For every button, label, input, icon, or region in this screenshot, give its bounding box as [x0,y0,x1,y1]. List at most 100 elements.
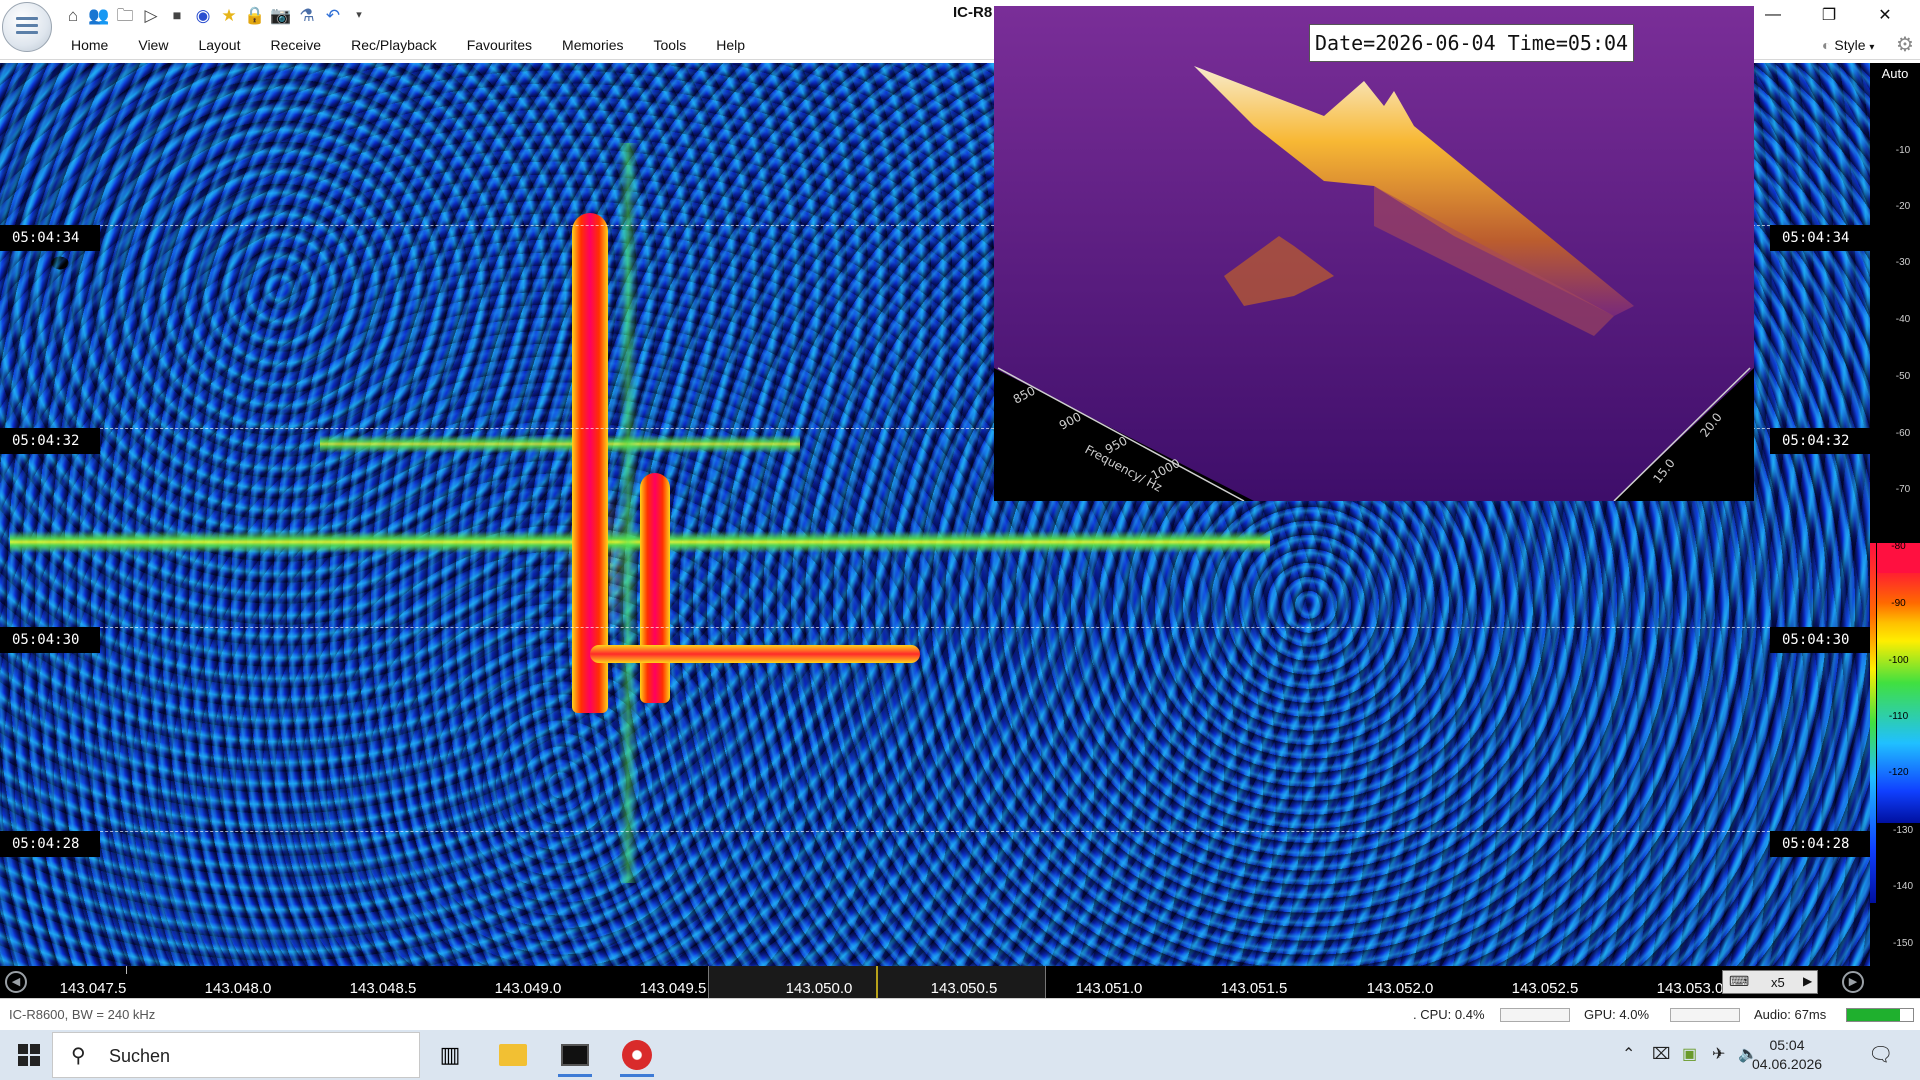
menu-receive[interactable]: Receive [256,30,337,60]
style-theme-icon: ◐ [1822,37,1831,53]
stop-icon[interactable]: ⏹ [166,4,188,26]
home-icon[interactable]: ⌂ [62,4,84,26]
chevron-left-icon: ◀ [11,976,21,988]
signal-level-scale: Auto -10 -20 -30 -40 -50 -60 -70 -80 -90… [1870,63,1920,966]
scale-tick: -70 [1895,484,1911,495]
scale-tick: -60 [1895,428,1911,439]
menu-layout[interactable]: Layout [183,30,255,60]
windows-taskbar: ⚲ Suchen ▥ ⌃ ⌧ ▣ ✈ 🔈 05:04 04.06.2026 🗨 [0,1030,1920,1080]
window-title: IC-R8 [953,4,993,21]
freq-label: 143.049.5 [639,980,707,997]
freq-tick [126,966,127,974]
freq-label: 143.047.5 [59,980,127,997]
close-icon: ✕ [1878,7,1892,24]
notification-icon[interactable]: 🗨 [1868,1042,1893,1067]
windows-start-button[interactable] [18,1044,40,1066]
gpu-usage: GPU: 4.0% [1584,1007,1650,1022]
favourite-star-icon[interactable]: ★ [218,4,240,26]
scale-tick: -80 [1891,541,1906,552]
scroll-right-button[interactable]: ▶ [1842,971,1864,993]
zoom-control[interactable]: ⌨ x5 ▶ [1722,970,1818,994]
restore-button[interactable]: ❐ [1806,0,1852,30]
main-menu: Home View Layout Receive Rec/Playback Fa… [56,30,760,60]
users-icon[interactable]: 👥 [88,4,110,26]
close-button[interactable]: ✕ [1862,0,1908,30]
scale-auto-button[interactable]: Auto [1870,63,1920,85]
freq-label: 143.048.5 [349,980,417,997]
gpu-tray-icon[interactable]: ▣ [1682,1044,1697,1064]
gpu-meter [1670,1008,1740,1022]
customize-dropdown-icon[interactable]: ▾ [348,4,370,26]
freq-label: 143.052.0 [1366,980,1434,997]
play-icon[interactable]: ▷ [140,4,162,26]
clock-date: 04.06.2026 [1752,1056,1823,1072]
clock-time: 05:04 [1769,1037,1805,1053]
tuned-frequency-marker[interactable] [876,966,878,998]
flask-icon[interactable]: ⚗ [296,4,318,26]
search-icon: ⚲ [71,1045,86,1067]
scale-tick: -140 [1892,881,1913,892]
time-marker-right: 05:04:30 [1770,627,1870,653]
lock-icon[interactable]: 🔒 [244,4,266,26]
gear-icon[interactable]: ⚙ [1896,30,1918,60]
scale-tick: -120 [1888,767,1909,778]
network-device-icon[interactable]: ⌧ [1652,1044,1670,1064]
undo-icon[interactable]: ↶ [322,4,344,26]
keyboard-icon[interactable]: ⌨ [1729,973,1749,990]
audio-latency: Audio: 67ms [1754,1007,1827,1022]
file-explorer-button[interactable] [488,1033,538,1077]
signal-burst-branch [640,473,670,703]
zoom-arrow-icon[interactable]: ▶ [1803,974,1812,988]
menu-home[interactable]: Home [56,30,123,60]
terminal-button[interactable] [550,1033,600,1077]
time-line [0,831,1870,832]
freq-label: 143.049.0 [494,980,562,997]
time-marker-left: 05:04:28 [0,831,100,857]
folder-icon[interactable]: 🗀 [114,4,136,26]
taskbar-search[interactable]: ⚲ Suchen [52,1032,420,1078]
system-clock[interactable]: 05:04 04.06.2026 [1752,1036,1822,1074]
task-view-button[interactable]: ▥ [425,1033,475,1077]
audio-level-fill [1847,1009,1900,1021]
menu-memories[interactable]: Memories [547,30,638,60]
scale-tick: -100 [1888,655,1909,666]
style-label: Style [1834,37,1866,53]
menu-tools[interactable]: Tools [639,30,702,60]
tray-overflow-icon[interactable]: ⌃ [1622,1044,1635,1064]
frequency-axis[interactable]: ◀ 143.047.5 143.048.0 143.048.5 143.049.… [0,966,1920,998]
freq-label: 143.048.0 [204,980,272,997]
time-marker-left: 05:04:34 [0,225,100,251]
scroll-left-button[interactable]: ◀ [5,971,27,993]
menu-help[interactable]: Help [701,30,760,60]
minimize-button[interactable]: — [1750,0,1796,30]
folder-icon [499,1044,527,1066]
freq-label: 143.050.0 [785,980,853,997]
freq-label: 143.052.5 [1511,980,1579,997]
record-icon[interactable]: ◉ [192,4,214,26]
scale-tick: -10 [1895,145,1911,156]
sdr-app-icon [622,1040,652,1070]
terminal-icon [561,1044,589,1066]
scale-color-bar [1870,543,1876,903]
menu-view[interactable]: View [123,30,183,60]
cpu-usage: . CPU: 0.4% [1413,1007,1485,1022]
sdr-console-taskbar-button[interactable] [612,1033,662,1077]
application-menu-button[interactable] [2,2,52,52]
style-dropdown-icon: ▾ [1869,42,1875,53]
scale-tick: -50 [1895,371,1911,382]
scale-tick: -150 [1892,938,1913,949]
search-placeholder: Suchen [109,1046,171,1066]
scale-tick: -40 [1895,314,1911,325]
scale-color-yellow-green [1877,623,1920,683]
scale-tick: -130 [1892,825,1913,836]
minimize-icon: — [1765,6,1781,23]
style-menu[interactable]: ◐ Style ▾ ⚙ [1822,30,1914,60]
airplane-mode-icon[interactable]: ✈ [1712,1044,1725,1064]
application-menu-icon [16,17,38,37]
zoom-level[interactable]: x5 [1771,975,1785,990]
chevron-right-icon: ▶ [1848,976,1858,988]
menu-rec-playback[interactable]: Rec/Playback [336,30,452,60]
camera-icon[interactable]: 📷 [270,4,292,26]
spectrogram-3d-overlay: 850 900 950 1000 Frequency/ Hz 15.0 20.0… [994,6,1754,501]
menu-favourites[interactable]: Favourites [452,30,547,60]
